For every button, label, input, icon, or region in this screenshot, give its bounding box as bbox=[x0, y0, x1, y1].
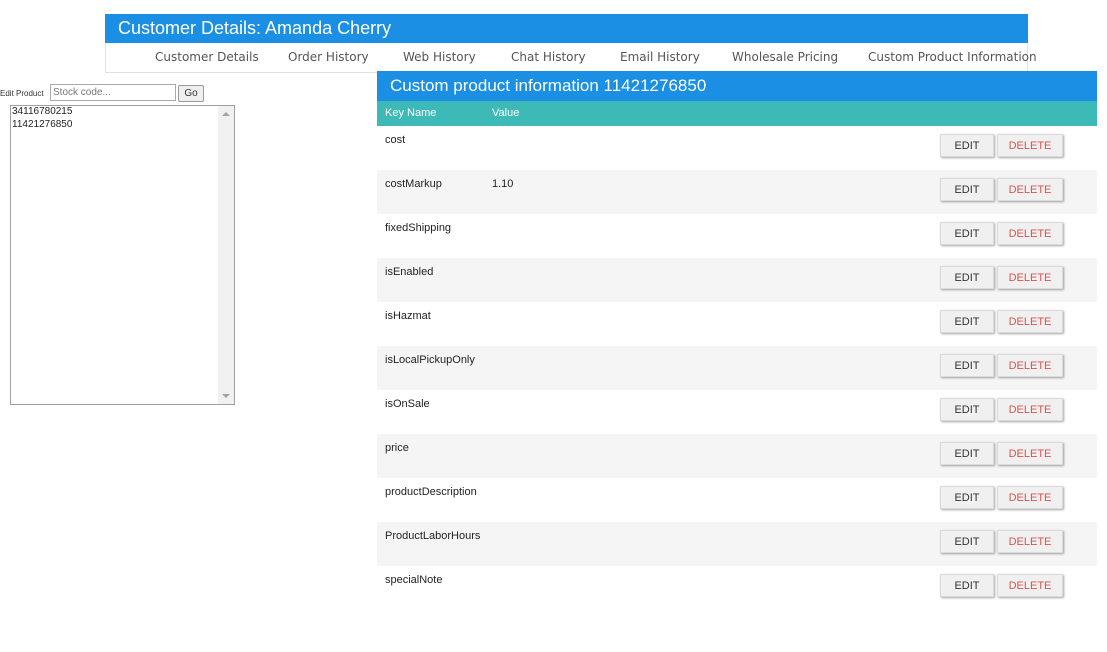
tab-wholesale-pricing[interactable]: Wholesale Pricing bbox=[732, 50, 838, 64]
key-name-cell: productDescription bbox=[385, 486, 477, 498]
edit-button[interactable]: EDIT bbox=[940, 398, 994, 421]
delete-button[interactable]: DELETE bbox=[997, 530, 1063, 553]
custom-product-panel-title: Custom product information 11421276850 bbox=[377, 71, 1097, 101]
tab-email-history[interactable]: Email History bbox=[620, 50, 700, 64]
edit-button[interactable]: EDIT bbox=[940, 310, 994, 333]
key-name-cell: costMarkup bbox=[385, 178, 442, 190]
table-header: Key Name Value bbox=[377, 101, 1097, 126]
key-name-cell: ProductLaborHours bbox=[385, 530, 481, 542]
table-row: cost EDIT DELETE bbox=[377, 126, 1097, 170]
go-button[interactable]: Go bbox=[178, 85, 204, 102]
delete-button[interactable]: DELETE bbox=[997, 134, 1063, 157]
table-row: specialNote EDIT DELETE bbox=[377, 566, 1097, 610]
table-row: productDescription EDIT DELETE bbox=[377, 478, 1097, 522]
edit-button[interactable]: EDIT bbox=[940, 266, 994, 289]
edit-button[interactable]: EDIT bbox=[940, 574, 994, 597]
table-row: fixedShipping EDIT DELETE bbox=[377, 214, 1097, 258]
edit-product-label: Edit Product bbox=[0, 89, 44, 98]
edit-button[interactable]: EDIT bbox=[940, 222, 994, 245]
key-name-cell: isLocalPickupOnly bbox=[385, 354, 475, 366]
key-name-column-header: Key Name bbox=[385, 107, 437, 119]
scroll-down-icon[interactable] bbox=[222, 394, 230, 398]
delete-button[interactable]: DELETE bbox=[997, 354, 1063, 377]
key-name-cell: fixedShipping bbox=[385, 222, 452, 234]
key-name-cell: cost bbox=[385, 134, 406, 146]
table-row: isOnSale EDIT DELETE bbox=[377, 390, 1097, 434]
tab-customer-details[interactable]: Customer Details bbox=[155, 50, 259, 64]
tab-chat-history[interactable]: Chat History bbox=[511, 50, 586, 64]
delete-button[interactable]: DELETE bbox=[997, 574, 1063, 597]
delete-button[interactable]: DELETE bbox=[997, 222, 1063, 245]
key-name-cell: price bbox=[385, 442, 409, 454]
edit-button[interactable]: EDIT bbox=[940, 134, 994, 157]
delete-button[interactable]: DELETE bbox=[997, 398, 1063, 421]
delete-button[interactable]: DELETE bbox=[997, 266, 1063, 289]
delete-button[interactable]: DELETE bbox=[997, 442, 1063, 465]
table-row: isHazmat EDIT DELETE bbox=[377, 302, 1097, 346]
table-row: costMarkup 1.10 EDIT DELETE bbox=[377, 170, 1097, 214]
custom-product-table: cost EDIT DELETE costMarkup 1.10 EDIT DE… bbox=[377, 126, 1097, 610]
key-name-cell: specialNote bbox=[385, 574, 443, 586]
edit-button[interactable]: EDIT bbox=[940, 530, 994, 553]
delete-button[interactable]: DELETE bbox=[997, 486, 1063, 509]
listbox-scrollbar[interactable] bbox=[218, 106, 234, 404]
key-name-cell: isEnabled bbox=[385, 266, 434, 278]
key-name-cell: isHazmat bbox=[385, 310, 431, 322]
tab-custom-product-information[interactable]: Custom Product Information bbox=[868, 50, 1037, 64]
delete-button[interactable]: DELETE bbox=[997, 178, 1063, 201]
table-row: isLocalPickupOnly EDIT DELETE bbox=[377, 346, 1097, 390]
edit-button[interactable]: EDIT bbox=[940, 442, 994, 465]
list-item[interactable]: 11421276850 bbox=[11, 119, 234, 132]
edit-button[interactable]: EDIT bbox=[940, 178, 994, 201]
tab-order-history[interactable]: Order History bbox=[288, 50, 369, 64]
key-name-cell: isOnSale bbox=[385, 398, 430, 410]
value-cell: 1.10 bbox=[492, 178, 514, 190]
edit-button[interactable]: EDIT bbox=[940, 354, 994, 377]
delete-button[interactable]: DELETE bbox=[997, 310, 1063, 333]
customer-nav-tabs: Customer Details Order History Web Histo… bbox=[105, 43, 1037, 73]
table-row: isEnabled EDIT DELETE bbox=[377, 258, 1097, 302]
value-column-header: Value bbox=[492, 107, 520, 119]
edit-button[interactable]: EDIT bbox=[940, 486, 994, 509]
list-item[interactable]: 34116780215 bbox=[11, 106, 234, 119]
table-row: price EDIT DELETE bbox=[377, 434, 1097, 478]
product-listbox[interactable]: 34116780215 11421276850 bbox=[10, 105, 235, 405]
stock-code-input[interactable] bbox=[50, 84, 176, 101]
table-row: ProductLaborHours EDIT DELETE bbox=[377, 522, 1097, 566]
scroll-up-icon[interactable] bbox=[222, 112, 230, 116]
tab-web-history[interactable]: Web History bbox=[403, 50, 476, 64]
page-title: Customer Details: Amanda Cherry bbox=[105, 14, 1028, 43]
